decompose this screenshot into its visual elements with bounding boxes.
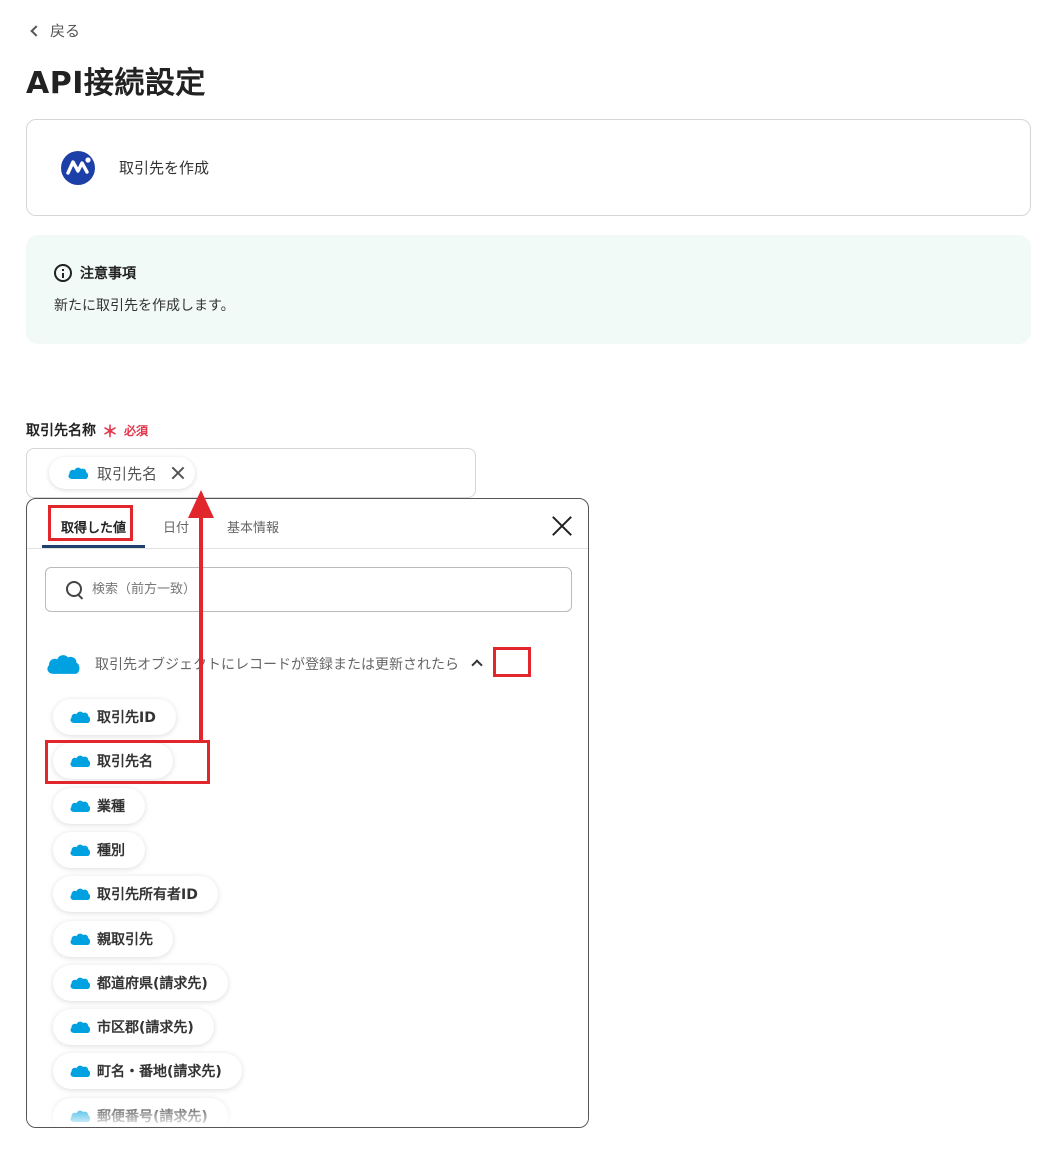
- annotation-arrow: [188, 490, 214, 740]
